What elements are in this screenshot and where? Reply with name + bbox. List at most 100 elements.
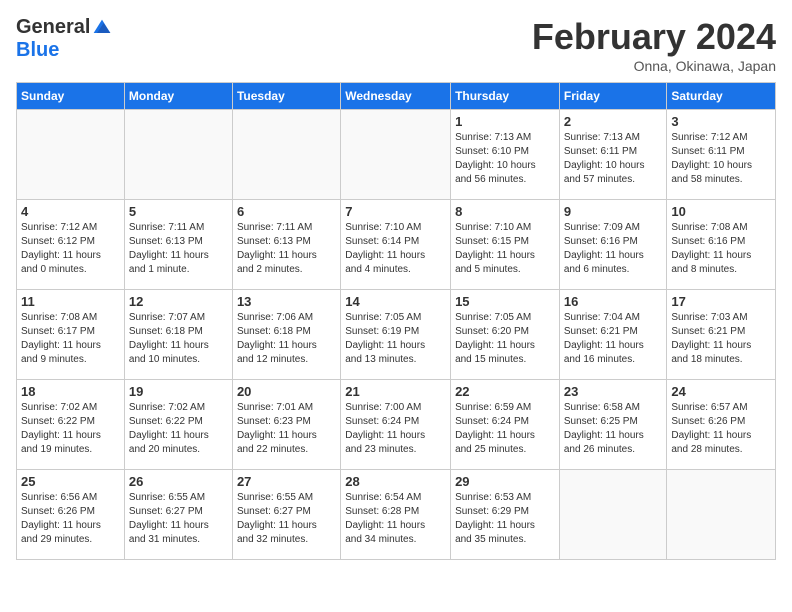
- calendar-cell: 16 Sunrise: 7:04 AMSunset: 6:21 PMDayligh…: [559, 290, 667, 380]
- day-number: 7: [345, 204, 446, 219]
- day-number: 15: [455, 294, 555, 309]
- day-number: 6: [237, 204, 336, 219]
- day-number: 4: [21, 204, 120, 219]
- col-header-monday: Monday: [124, 83, 232, 110]
- day-info: Sunrise: 7:10 AMSunset: 6:15 PMDaylight:…: [455, 221, 555, 277]
- day-number: 24: [671, 384, 771, 399]
- day-info: Sunrise: 6:55 AMSunset: 6:27 PMDaylight:…: [237, 491, 336, 547]
- day-info: Sunrise: 7:00 AMSunset: 6:24 PMDaylight:…: [345, 401, 446, 457]
- calendar-cell: 17 Sunrise: 7:03 AMSunset: 6:21 PMDayligh…: [667, 290, 776, 380]
- day-number: 5: [129, 204, 228, 219]
- calendar-cell: 25 Sunrise: 6:56 AMSunset: 6:26 PMDayligh…: [17, 470, 125, 560]
- day-number: 28: [345, 474, 446, 489]
- day-info: Sunrise: 7:09 AMSunset: 6:16 PMDaylight:…: [564, 221, 663, 277]
- day-number: 10: [671, 204, 771, 219]
- day-number: 11: [21, 294, 120, 309]
- calendar-table: SundayMondayTuesdayWednesdayThursdayFrid…: [16, 82, 776, 560]
- day-info: Sunrise: 7:04 AMSunset: 6:21 PMDaylight:…: [564, 311, 663, 367]
- day-number: 2: [564, 114, 663, 129]
- location: Onna, Okinawa, Japan: [532, 58, 776, 74]
- day-number: 9: [564, 204, 663, 219]
- calendar-cell: 29 Sunrise: 6:53 AMSunset: 6:29 PMDayligh…: [451, 470, 560, 560]
- day-number: 18: [21, 384, 120, 399]
- day-number: 14: [345, 294, 446, 309]
- calendar-cell: 24 Sunrise: 6:57 AMSunset: 6:26 PMDayligh…: [667, 380, 776, 470]
- calendar-cell: 28 Sunrise: 6:54 AMSunset: 6:28 PMDayligh…: [341, 470, 451, 560]
- calendar-cell: 21Sunrise: 7:00 AMSunset: 6:24 PMDayligh…: [341, 380, 451, 470]
- day-info: Sunrise: 7:02 AMSunset: 6:22 PMDaylight:…: [129, 401, 228, 457]
- day-info: Sunrise: 7:13 AMSunset: 6:10 PMDaylight:…: [455, 131, 555, 187]
- logo-blue-text: Blue: [16, 39, 59, 62]
- day-info: Sunrise: 7:11 AMSunset: 6:13 PMDaylight:…: [129, 221, 228, 277]
- day-info: Sunrise: 7:13 AMSunset: 6:11 PMDaylight:…: [564, 131, 663, 187]
- day-info: Sunrise: 6:53 AMSunset: 6:29 PMDaylight:…: [455, 491, 555, 547]
- col-header-wednesday: Wednesday: [341, 83, 451, 110]
- day-info: Sunrise: 7:12 AMSunset: 6:11 PMDaylight:…: [671, 131, 771, 187]
- day-info: Sunrise: 7:10 AMSunset: 6:14 PMDaylight:…: [345, 221, 446, 277]
- day-number: 29: [455, 474, 555, 489]
- col-header-tuesday: Tuesday: [232, 83, 340, 110]
- calendar-cell: 20 Sunrise: 7:01 AMSunset: 6:23 PMDayligh…: [232, 380, 340, 470]
- calendar-cell: 2 Sunrise: 7:13 AMSunset: 6:11 PMDaylight…: [559, 110, 667, 200]
- calendar-cell: 13Sunrise: 7:06 AMSunset: 6:18 PMDayligh…: [232, 290, 340, 380]
- calendar-cell: 14 Sunrise: 7:05 AMSunset: 6:19 PMDayligh…: [341, 290, 451, 380]
- day-info: Sunrise: 7:07 AMSunset: 6:18 PMDaylight:…: [129, 311, 228, 367]
- month-title: February 2024: [532, 16, 776, 58]
- logo-icon: [92, 18, 112, 38]
- day-info: Sunrise: 7:05 AMSunset: 6:19 PMDaylight:…: [345, 311, 446, 367]
- calendar-cell: 27 Sunrise: 6:55 AMSunset: 6:27 PMDayligh…: [232, 470, 340, 560]
- day-number: 27: [237, 474, 336, 489]
- day-number: 26: [129, 474, 228, 489]
- day-info: Sunrise: 7:03 AMSunset: 6:21 PMDaylight:…: [671, 311, 771, 367]
- day-info: Sunrise: 7:01 AMSunset: 6:23 PMDaylight:…: [237, 401, 336, 457]
- calendar-cell: 8Sunrise: 7:10 AMSunset: 6:15 PMDaylight…: [451, 200, 560, 290]
- day-info: Sunrise: 6:56 AMSunset: 6:26 PMDaylight:…: [21, 491, 120, 547]
- day-info: Sunrise: 6:58 AMSunset: 6:25 PMDaylight:…: [564, 401, 663, 457]
- calendar-cell: 18 Sunrise: 7:02 AMSunset: 6:22 PMDayligh…: [17, 380, 125, 470]
- calendar-cell: 9 Sunrise: 7:09 AMSunset: 6:16 PMDaylight…: [559, 200, 667, 290]
- day-info: Sunrise: 6:54 AMSunset: 6:28 PMDaylight:…: [345, 491, 446, 547]
- calendar-cell: 5 Sunrise: 7:11 AMSunset: 6:13 PMDaylight…: [124, 200, 232, 290]
- calendar-cell: 1 Sunrise: 7:13 AMSunset: 6:10 PMDaylight…: [451, 110, 560, 200]
- calendar-cell: [341, 110, 451, 200]
- col-header-thursday: Thursday: [451, 83, 560, 110]
- logo-general-text: General: [16, 16, 90, 39]
- day-number: 1: [455, 114, 555, 129]
- calendar-cell: [559, 470, 667, 560]
- day-info: Sunrise: 7:05 AMSunset: 6:20 PMDaylight:…: [455, 311, 555, 367]
- calendar-cell: 15 Sunrise: 7:05 AMSunset: 6:20 PMDayligh…: [451, 290, 560, 380]
- day-info: Sunrise: 7:08 AMSunset: 6:16 PMDaylight:…: [671, 221, 771, 277]
- day-number: 20: [237, 384, 336, 399]
- calendar-cell: 19 Sunrise: 7:02 AMSunset: 6:22 PMDayligh…: [124, 380, 232, 470]
- day-number: 22: [455, 384, 555, 399]
- calendar-cell: [124, 110, 232, 200]
- col-header-saturday: Saturday: [667, 83, 776, 110]
- day-info: Sunrise: 6:59 AMSunset: 6:24 PMDaylight:…: [455, 401, 555, 457]
- day-number: 23: [564, 384, 663, 399]
- calendar-cell: 10 Sunrise: 7:08 AMSunset: 6:16 PMDayligh…: [667, 200, 776, 290]
- day-info: Sunrise: 6:57 AMSunset: 6:26 PMDaylight:…: [671, 401, 771, 457]
- col-header-sunday: Sunday: [17, 83, 125, 110]
- calendar-cell: 26Sunrise: 6:55 AMSunset: 6:27 PMDayligh…: [124, 470, 232, 560]
- calendar-cell: 7 Sunrise: 7:10 AMSunset: 6:14 PMDaylight…: [341, 200, 451, 290]
- page-header: General Blue February 2024 Onna, Okinawa…: [16, 16, 776, 74]
- logo: General Blue: [16, 16, 112, 62]
- calendar-cell: 11 Sunrise: 7:08 AMSunset: 6:17 PMDayligh…: [17, 290, 125, 380]
- day-number: 17: [671, 294, 771, 309]
- day-info: Sunrise: 7:02 AMSunset: 6:22 PMDaylight:…: [21, 401, 120, 457]
- day-info: Sunrise: 7:11 AMSunset: 6:13 PMDaylight:…: [237, 221, 336, 277]
- calendar-cell: [667, 470, 776, 560]
- day-number: 25: [21, 474, 120, 489]
- day-number: 16: [564, 294, 663, 309]
- day-number: 19: [129, 384, 228, 399]
- title-section: February 2024 Onna, Okinawa, Japan: [532, 16, 776, 74]
- calendar-cell: [232, 110, 340, 200]
- calendar-cell: 3 Sunrise: 7:12 AMSunset: 6:11 PMDaylight…: [667, 110, 776, 200]
- day-number: 13: [237, 294, 336, 309]
- day-info: Sunrise: 7:12 AMSunset: 6:12 PMDaylight:…: [21, 221, 120, 277]
- calendar-cell: 23 Sunrise: 6:58 AMSunset: 6:25 PMDayligh…: [559, 380, 667, 470]
- day-number: 3: [671, 114, 771, 129]
- col-header-friday: Friday: [559, 83, 667, 110]
- calendar-cell: 22 Sunrise: 6:59 AMSunset: 6:24 PMDayligh…: [451, 380, 560, 470]
- day-info: Sunrise: 7:08 AMSunset: 6:17 PMDaylight:…: [21, 311, 120, 367]
